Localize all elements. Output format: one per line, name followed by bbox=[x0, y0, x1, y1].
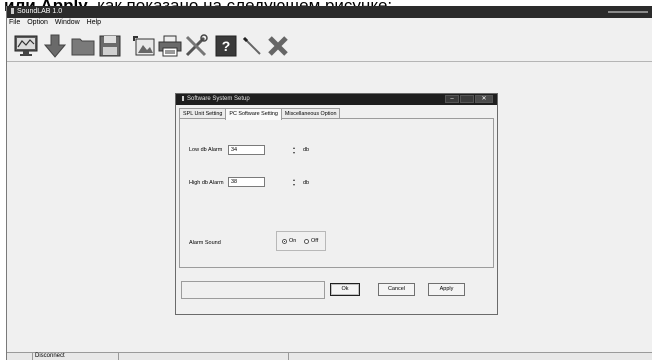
spin-down-icon[interactable]: ▾ bbox=[291, 182, 297, 187]
menu-file[interactable]: File bbox=[9, 19, 20, 26]
dialog-titlebar: Software System Setup – ✕ bbox=[176, 94, 497, 105]
status-cell-connection: Disconnect bbox=[33, 353, 119, 360]
minimize-button[interactable]: – bbox=[445, 95, 459, 103]
monitor-icon[interactable] bbox=[13, 33, 39, 59]
menu-window[interactable]: Window bbox=[55, 19, 80, 26]
folder-icon[interactable] bbox=[70, 33, 96, 59]
software-setup-dialog: Software System Setup – ✕ SPL Unit Setti… bbox=[175, 93, 498, 315]
tools-icon[interactable] bbox=[183, 33, 209, 59]
radio-selected-icon bbox=[282, 238, 287, 244]
app-icon bbox=[11, 8, 14, 15]
pen-icon[interactable] bbox=[239, 33, 265, 59]
status-cell-1 bbox=[7, 353, 33, 360]
window-controls[interactable] bbox=[608, 11, 648, 13]
menu-option[interactable]: Option bbox=[27, 19, 48, 26]
low-alarm-label: Low db Alarm bbox=[189, 147, 223, 153]
alarm-off-radio[interactable]: Off bbox=[304, 238, 318, 244]
tab-panel: Low db Alarm 34 ▴ ▾ db High db Alarm 38 … bbox=[179, 118, 494, 268]
alarm-off-label: Off bbox=[311, 238, 319, 244]
high-alarm-unit: db bbox=[303, 180, 310, 186]
printer-icon[interactable] bbox=[157, 33, 183, 59]
low-alarm-unit: db bbox=[303, 147, 310, 153]
low-alarm-input[interactable]: 34 bbox=[228, 145, 265, 155]
image-import-icon[interactable] bbox=[131, 33, 157, 59]
menubar: File Option Window Help bbox=[7, 18, 652, 28]
alarm-sound-label: Alarm Sound bbox=[189, 240, 221, 246]
maximize-button[interactable] bbox=[460, 95, 474, 103]
menu-help[interactable]: Help bbox=[87, 19, 101, 26]
alarm-on-label: On bbox=[289, 238, 297, 244]
app-titlebar: SoundLAB 1.0 bbox=[7, 6, 652, 18]
save-floppy-icon[interactable] bbox=[97, 33, 123, 59]
dialog-icon bbox=[182, 95, 184, 101]
dialog-title: Software System Setup bbox=[187, 96, 250, 102]
statusbar: Disconnect bbox=[7, 352, 652, 360]
alarm-on-radio[interactable]: On bbox=[282, 238, 296, 244]
help-icon[interactable]: ? bbox=[213, 33, 239, 59]
dialog-controls: – ✕ bbox=[444, 95, 493, 103]
status-cell-3 bbox=[119, 353, 289, 360]
apply-button[interactable]: Apply bbox=[428, 283, 465, 296]
alarm-sound-group: On Off bbox=[276, 231, 326, 251]
app-title: SoundLAB 1.0 bbox=[17, 8, 63, 15]
download-arrow-icon[interactable] bbox=[42, 33, 68, 59]
ok-button[interactable]: Ok bbox=[330, 283, 360, 296]
close-x-icon[interactable] bbox=[265, 33, 291, 59]
high-alarm-label: High db Alarm bbox=[189, 180, 224, 186]
high-alarm-spinner[interactable]: ▴ ▾ bbox=[291, 177, 297, 187]
radio-unselected-icon bbox=[304, 238, 309, 244]
high-alarm-input[interactable]: 38 bbox=[228, 177, 265, 187]
message-box bbox=[181, 281, 325, 299]
svg-text:?: ? bbox=[222, 38, 231, 54]
low-alarm-spinner[interactable]: ▴ ▾ bbox=[291, 145, 297, 155]
close-button[interactable]: ✕ bbox=[475, 95, 493, 103]
tab-pc-software-setting[interactable]: PC Software Setting bbox=[225, 108, 282, 120]
spin-down-icon[interactable]: ▾ bbox=[291, 150, 297, 155]
toolbar: ? bbox=[7, 28, 652, 62]
cancel-button[interactable]: Cancel bbox=[378, 283, 415, 296]
